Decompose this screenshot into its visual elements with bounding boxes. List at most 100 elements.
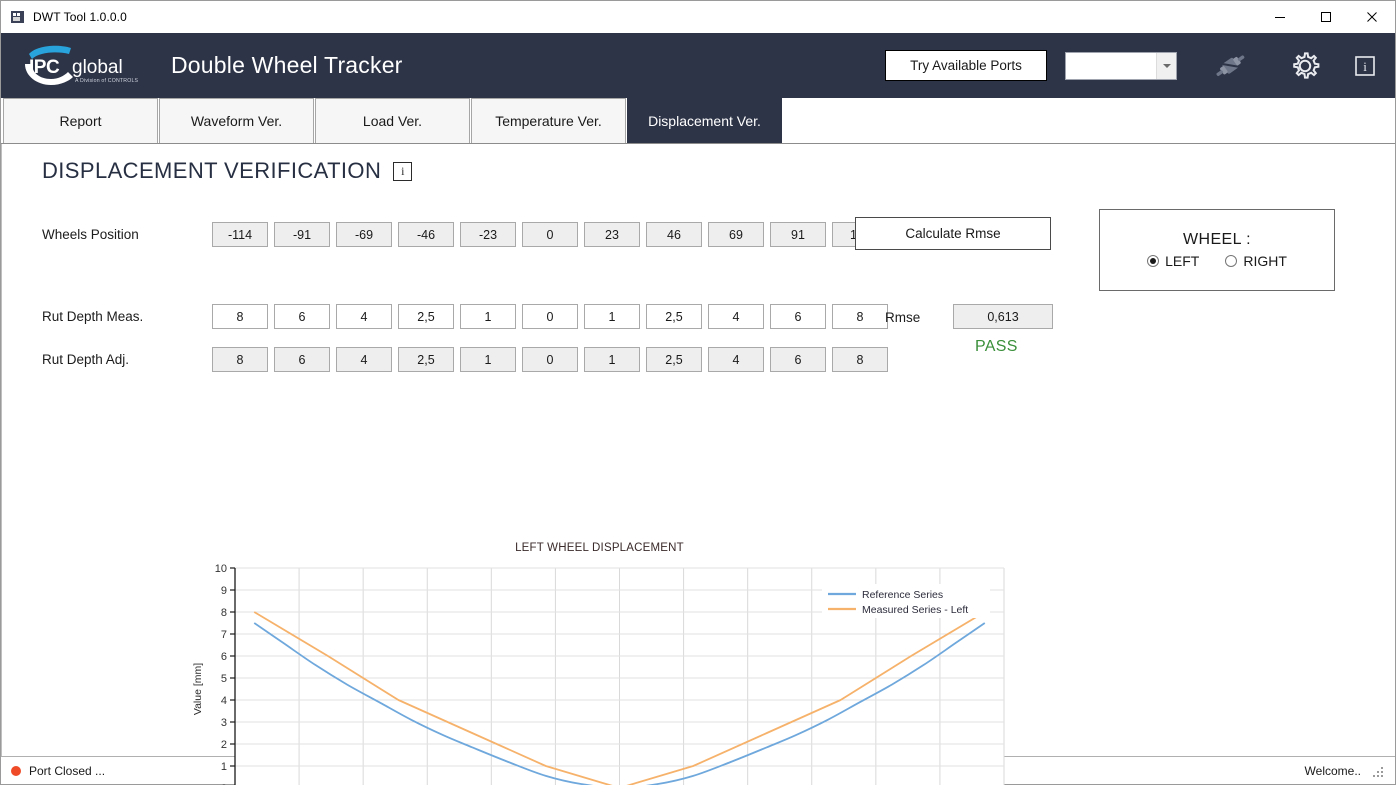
svg-text:3: 3 [221, 717, 227, 729]
radio-wheel-left[interactable]: LEFT [1147, 253, 1199, 269]
rut-depth-adj-cell: 8 [212, 347, 268, 372]
tab-waveform-ver[interactable]: Waveform Ver. [159, 98, 314, 143]
wheels-position-cell: -114 [212, 222, 268, 247]
wheels-position-cell: 0 [522, 222, 578, 247]
main-content: DISPLACEMENT VERIFICATION i Wheels Posit… [1, 144, 1395, 756]
app-icon [10, 9, 26, 25]
tab-temperature-ver[interactable]: Temperature Ver. [471, 98, 626, 143]
rmse-label: Rmse [885, 310, 920, 325]
wheels-position-cell: 69 [708, 222, 764, 247]
svg-text:Reference Series: Reference Series [862, 589, 943, 601]
status-text: Port Closed ... [29, 764, 105, 778]
rut-depth-meas-input[interactable]: 0 [522, 304, 578, 329]
svg-text:2: 2 [221, 739, 227, 751]
info-icon[interactable]: i [1353, 54, 1377, 78]
chevron-down-icon [1156, 53, 1176, 79]
close-button[interactable] [1349, 1, 1395, 33]
svg-text:10: 10 [215, 563, 227, 575]
rut-depth-adj-cell: 2,5 [646, 347, 702, 372]
wheels-position-cell: -23 [460, 222, 516, 247]
chart-title: LEFT WHEEL DISPLACEMENT [187, 542, 1012, 554]
rut-depth-meas-input[interactable]: 6 [770, 304, 826, 329]
rut-depth-meas-input[interactable]: 8 [212, 304, 268, 329]
svg-text:4: 4 [221, 695, 227, 707]
wheels-position-cells: -114 -91 -69 -46 -23 0 23 46 69 91 114 [212, 222, 888, 247]
svg-text:IPC: IPC [29, 57, 60, 78]
radio-right-label: RIGHT [1243, 253, 1287, 269]
rut-depth-adj-cell: 4 [708, 347, 764, 372]
svg-text:i: i [1363, 59, 1367, 74]
wheels-position-label: Wheels Position [42, 227, 212, 242]
radio-right-indicator [1225, 255, 1237, 267]
rut-depth-meas-input[interactable]: 1 [584, 304, 640, 329]
rut-depth-adj-cell: 4 [336, 347, 392, 372]
displacement-chart: LEFT WHEEL DISPLACEMENT -1012345678910-1… [187, 542, 1012, 785]
plug-icon[interactable] [1211, 49, 1249, 83]
maximize-button[interactable] [1303, 1, 1349, 33]
rut-depth-meas-input[interactable]: 6 [274, 304, 330, 329]
window-title: DWT Tool 1.0.0.0 [33, 10, 127, 24]
svg-text:global: global [72, 57, 123, 78]
app-header: IPC global A Division of CONTROLS Double… [1, 33, 1395, 98]
rut-depth-meas-input[interactable]: 2,5 [646, 304, 702, 329]
minimize-button[interactable] [1257, 1, 1303, 33]
wheels-position-cell: -46 [398, 222, 454, 247]
svg-text:9: 9 [221, 585, 227, 597]
rmse-value: 0,613 [953, 304, 1053, 329]
tab-load-ver[interactable]: Load Ver. [315, 98, 470, 143]
window-titlebar: DWT Tool 1.0.0.0 [1, 1, 1395, 33]
radio-left-label: LEFT [1165, 253, 1199, 269]
rut-depth-meas-input[interactable]: 8 [832, 304, 888, 329]
app-title: Double Wheel Tracker [171, 52, 403, 79]
wheels-position-cell: -91 [274, 222, 330, 247]
resize-grip[interactable] [1373, 765, 1385, 777]
header-actions: Try Available Ports [885, 33, 1387, 98]
svg-text:Value [mm]: Value [mm] [192, 663, 204, 715]
rut-depth-adj-cell: 2,5 [398, 347, 454, 372]
ipc-global-logo: IPC global A Division of CONTROLS [15, 42, 147, 90]
page-info-icon[interactable]: i [393, 162, 412, 181]
rut-depth-adj-cell: 8 [832, 347, 888, 372]
radio-wheel-right[interactable]: RIGHT [1225, 253, 1287, 269]
tabstrip: Report Waveform Ver. Load Ver. Temperatu… [1, 98, 1395, 144]
wheel-selector-title: WHEEL : [1183, 231, 1251, 249]
page-title: DISPLACEMENT VERIFICATION [42, 158, 381, 184]
svg-text:5: 5 [221, 673, 227, 685]
statusbar-right-text: Welcome.. [1305, 764, 1361, 778]
port-select[interactable] [1065, 52, 1177, 80]
window-controls [1257, 1, 1395, 33]
chart-canvas: -1012345678910-120-100-80-60-40-20020406… [187, 558, 1012, 785]
rut-depth-adj-cells: 8 6 4 2,5 1 0 1 2,5 4 6 8 [212, 347, 888, 372]
tab-displacement-ver[interactable]: Displacement Ver. [627, 98, 782, 143]
application-window: DWT Tool 1.0.0.0 IPC global A Division o… [0, 0, 1396, 785]
rut-depth-adj-row: Rut Depth Adj. 8 6 4 2,5 1 0 1 2,5 4 6 8 [42, 347, 888, 372]
rut-depth-adj-cell: 1 [460, 347, 516, 372]
gear-icon[interactable] [1289, 50, 1321, 82]
rut-depth-adj-label: Rut Depth Adj. [42, 352, 212, 367]
svg-text:1: 1 [221, 761, 227, 773]
wheels-position-row: Wheels Position -114 -91 -69 -46 -23 0 2… [42, 222, 888, 247]
wheels-position-cell: 46 [646, 222, 702, 247]
calculate-rmse-button[interactable]: Calculate Rmse [855, 217, 1051, 250]
rut-depth-adj-cell: 6 [274, 347, 330, 372]
rut-depth-adj-cell: 6 [770, 347, 826, 372]
rut-depth-meas-input[interactable]: 2,5 [398, 304, 454, 329]
status-indicator-icon [11, 766, 21, 776]
svg-text:A Division of CONTROLS: A Division of CONTROLS [75, 78, 139, 84]
rut-depth-adj-cell: 1 [584, 347, 640, 372]
page-header: DISPLACEMENT VERIFICATION i [42, 158, 412, 184]
svg-text:8: 8 [221, 607, 227, 619]
rut-depth-meas-cells: 8 6 4 2,5 1 0 1 2,5 4 6 8 [212, 304, 888, 329]
wheel-selector-options: LEFT RIGHT [1147, 253, 1287, 269]
svg-text:6: 6 [221, 651, 227, 663]
rut-depth-meas-input[interactable]: 4 [336, 304, 392, 329]
try-available-ports-button[interactable]: Try Available Ports [885, 50, 1047, 81]
wheel-selector-panel: WHEEL : LEFT RIGHT [1099, 209, 1335, 291]
rut-depth-meas-input[interactable]: 4 [708, 304, 764, 329]
rut-depth-meas-row: Rut Depth Meas. 8 6 4 2,5 1 0 1 2,5 4 6 … [42, 304, 888, 329]
tab-report[interactable]: Report [3, 98, 158, 143]
svg-text:Measured Series - Left: Measured Series - Left [862, 604, 968, 616]
rut-depth-meas-input[interactable]: 1 [460, 304, 516, 329]
radio-left-indicator [1147, 255, 1159, 267]
rut-depth-meas-label: Rut Depth Meas. [42, 309, 212, 324]
